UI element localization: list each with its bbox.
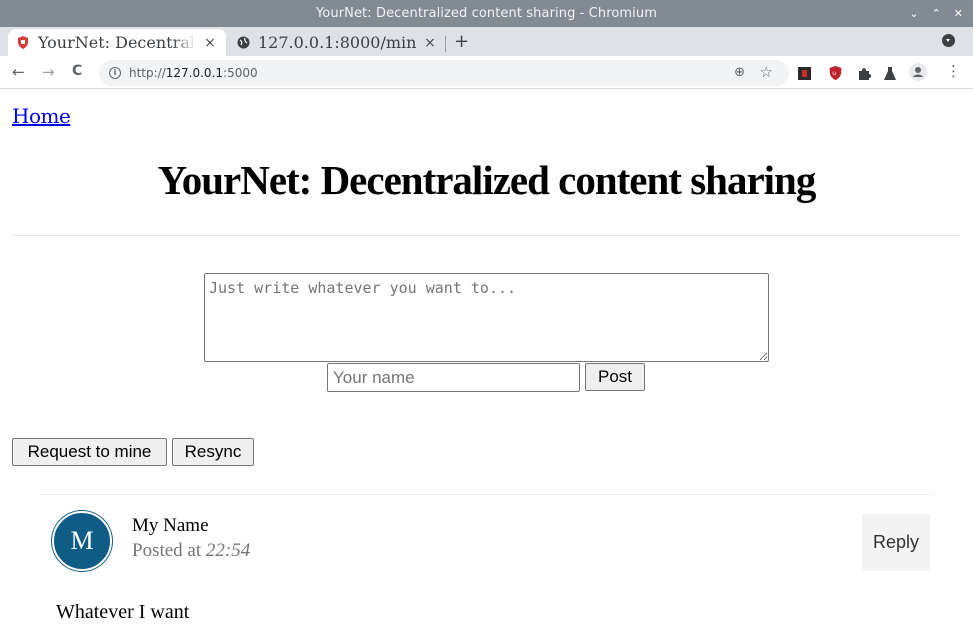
bookmark-star-icon[interactable]: ☆ bbox=[760, 63, 773, 81]
ublock-shield-icon[interactable]: u bbox=[829, 65, 843, 80]
request-to-mine-button[interactable]: Request to mine bbox=[12, 438, 167, 466]
reload-icon[interactable]: C bbox=[72, 63, 82, 79]
extension-red-icon[interactable] bbox=[798, 65, 812, 80]
close-icon[interactable]: × bbox=[422, 35, 438, 51]
close-icon[interactable]: × bbox=[202, 35, 218, 51]
window-title: YourNet: Decentralized content sharing -… bbox=[315, 6, 657, 21]
window-titlebar: YourNet: Decentralized content sharing -… bbox=[0, 0, 973, 27]
resync-button[interactable]: Resync bbox=[172, 438, 254, 466]
page-content: Home YourNet: Decentralized content shar… bbox=[0, 90, 973, 631]
new-tab-button[interactable]: + bbox=[454, 27, 469, 56]
flask-icon[interactable] bbox=[884, 65, 898, 80]
extensions-puzzle-icon[interactable] bbox=[858, 65, 872, 80]
url-text: http://127.0.0.1:5000 bbox=[129, 66, 258, 80]
post-card: M My Name Posted at 22:54 Reply Whatever… bbox=[40, 494, 933, 631]
menu-kebab-icon[interactable]: ⋮ bbox=[946, 62, 961, 80]
divider bbox=[12, 235, 960, 236]
reply-button[interactable]: Reply bbox=[862, 514, 930, 571]
tab-separator bbox=[445, 36, 446, 52]
address-bar[interactable]: i http://127.0.0.1:5000 ⊕ ☆ bbox=[99, 60, 789, 86]
minimize-icon[interactable]: ⌄ bbox=[909, 7, 918, 20]
shield-favicon-icon bbox=[16, 36, 30, 50]
close-window-icon[interactable]: ✕ bbox=[954, 7, 963, 20]
post-body: Whatever I want bbox=[56, 601, 190, 623]
window-controls: ⌄ ⌃ ✕ bbox=[909, 0, 963, 27]
post-button[interactable]: Post bbox=[585, 363, 645, 391]
page-title: YourNet: Decentralized content sharing bbox=[157, 157, 817, 203]
maximize-icon[interactable]: ⌃ bbox=[932, 7, 941, 20]
tab-mine[interactable]: 127.0.0.1:8000/mine × bbox=[228, 29, 446, 56]
author-name-input[interactable] bbox=[327, 363, 580, 392]
zoom-icon[interactable]: ⊕ bbox=[734, 65, 745, 80]
profile-avatar-icon[interactable] bbox=[909, 63, 927, 81]
post-timestamp: Posted at 22:54 bbox=[132, 540, 251, 561]
tab-search-icon[interactable] bbox=[942, 34, 955, 47]
tab-yournet[interactable]: YourNet: Decentralized content sharing × bbox=[8, 29, 226, 56]
post-content-textarea[interactable] bbox=[204, 273, 769, 362]
home-link[interactable]: Home bbox=[12, 104, 71, 128]
svg-text:u: u bbox=[832, 70, 836, 77]
tab-title: YourNet: Decentralized content sharing bbox=[38, 33, 196, 52]
info-icon[interactable]: i bbox=[109, 67, 121, 79]
post-author: My Name bbox=[132, 515, 209, 536]
back-icon[interactable]: ← bbox=[12, 63, 25, 81]
tab-title: 127.0.0.1:8000/mine bbox=[258, 33, 416, 52]
forward-icon[interactable]: → bbox=[42, 63, 55, 81]
globe-icon bbox=[236, 36, 250, 50]
avatar: M bbox=[52, 511, 112, 571]
browser-toolbar: ← → C i http://127.0.0.1:5000 ⊕ ☆ u ⋮ bbox=[0, 56, 973, 89]
